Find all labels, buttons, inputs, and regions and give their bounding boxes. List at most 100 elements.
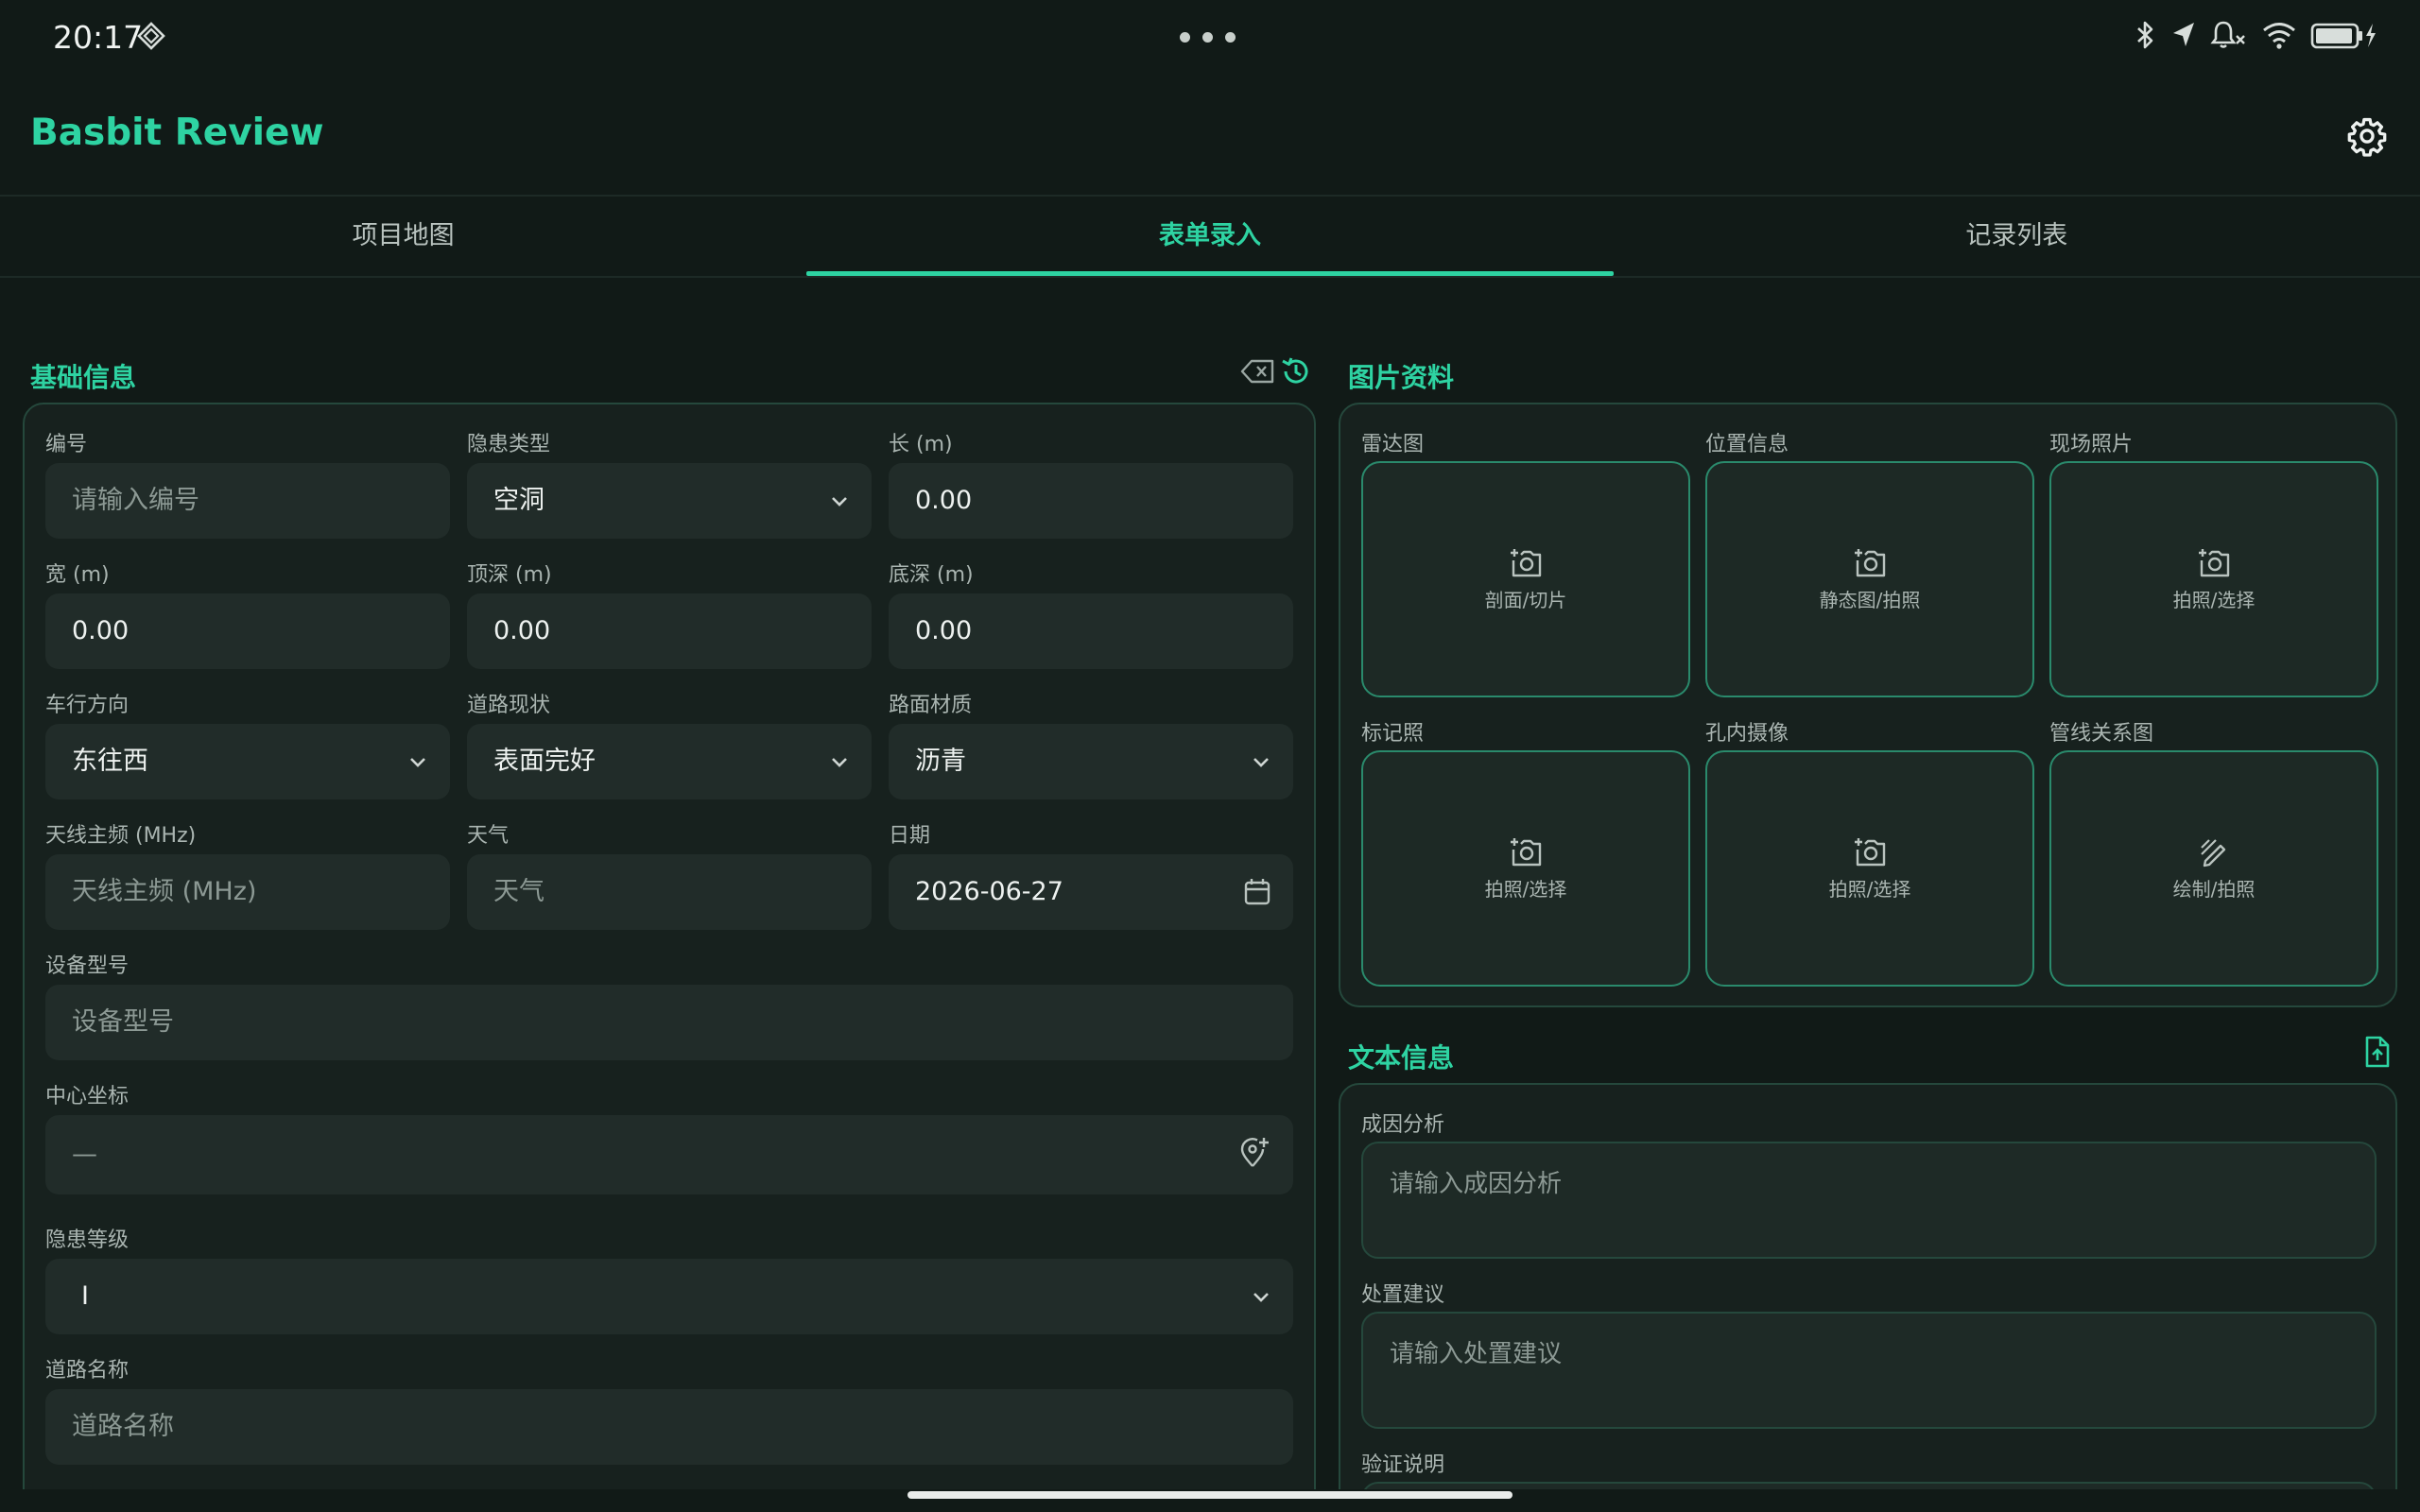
road-material-value: 沥青 xyxy=(915,747,966,776)
more-dots-icon[interactable] xyxy=(1180,32,1236,43)
chevron-down-icon xyxy=(832,497,847,507)
app-title: Basbit Review xyxy=(30,112,324,154)
length-label: 长 (m) xyxy=(889,433,953,456)
device-model-input[interactable]: 设备型号 xyxy=(45,985,1293,1060)
tab-bar: 项目地图 表单录入 记录列表 xyxy=(0,195,2420,278)
tile-label-location: 位置信息 xyxy=(1705,433,1789,456)
device-model-label: 设备型号 xyxy=(45,954,130,978)
battery-charging-icon xyxy=(2310,23,2376,49)
tile-action-text: 拍照/选择 xyxy=(1484,877,1567,901)
tile-label-borehole-camera: 孔内摄像 xyxy=(1705,722,1789,746)
add-photo-icon xyxy=(1855,548,1886,576)
weather-input[interactable]: 天气 xyxy=(467,854,872,930)
pipeline-diagram-tile[interactable]: 绘制/拍照 xyxy=(2049,750,2378,987)
bottom-depth-input[interactable]: 0.00 xyxy=(889,593,1293,669)
tile-label-pipeline-diagram: 管线关系图 xyxy=(2049,722,2154,746)
text-info-card: 成因分析 请输入成因分析 处置建议 请输入处置建议 验证说明 xyxy=(1339,1083,2397,1512)
road-material-label: 路面材质 xyxy=(889,694,973,717)
hazard-level-label: 隐患等级 xyxy=(45,1228,130,1252)
hazard-level-select[interactable]: I xyxy=(45,1259,1293,1334)
road-status-value: 表面完好 xyxy=(493,747,596,776)
road-status-select[interactable]: 表面完好 xyxy=(467,724,872,799)
verify-label: 验证说明 xyxy=(1361,1453,1445,1477)
bottom-depth-label: 底深 (m) xyxy=(889,563,974,587)
add-photo-icon xyxy=(1855,837,1886,866)
wifi-icon xyxy=(2263,23,2295,49)
bluetooth-icon xyxy=(2137,21,2153,49)
center-coord-input[interactable]: — xyxy=(45,1115,1293,1194)
chevron-down-icon xyxy=(410,758,425,767)
road-name-label: 道路名称 xyxy=(45,1359,130,1383)
number-input[interactable]: 请输入编号 xyxy=(45,463,450,539)
settings-button[interactable] xyxy=(2341,110,2394,163)
cause-label: 成因分析 xyxy=(1361,1113,1445,1137)
images-card: 雷达图 位置信息 现场照片 剖面/切片 静态图/拍照 拍照/选择 标记照 孔内摄… xyxy=(1339,403,2397,1007)
calendar-icon[interactable] xyxy=(1240,875,1274,909)
app-bar: Basbit Review xyxy=(0,74,2420,195)
radar-image-tile[interactable]: 剖面/切片 xyxy=(1361,461,1690,697)
chevron-down-icon xyxy=(1253,1293,1269,1302)
diamond-icon xyxy=(137,22,165,50)
tile-label-marker-photo: 标记照 xyxy=(1361,722,1425,746)
gear-icon xyxy=(2347,117,2387,157)
add-photo-icon xyxy=(2199,548,2230,576)
top-depth-label: 顶深 (m) xyxy=(467,563,552,587)
add-photo-icon xyxy=(1511,837,1542,866)
add-location-icon[interactable] xyxy=(1236,1136,1270,1170)
length-input[interactable]: 0.00 xyxy=(889,463,1293,539)
site-photo-tile[interactable]: 拍照/选择 xyxy=(2049,461,2378,697)
hazard-type-label: 隐患类型 xyxy=(467,433,551,456)
width-input[interactable]: 0.00 xyxy=(45,593,450,669)
number-label: 编号 xyxy=(45,433,88,456)
road-name-input[interactable]: 道路名称 xyxy=(45,1389,1293,1465)
tile-label-site-photo: 现场照片 xyxy=(2049,433,2134,456)
road-material-select[interactable]: 沥青 xyxy=(889,724,1293,799)
antenna-freq-input[interactable]: 天线主频 (MHz) xyxy=(45,854,450,930)
location-arrow-icon xyxy=(2173,23,2194,46)
tab-project-map[interactable]: 项目地图 xyxy=(0,197,806,276)
draw-icon xyxy=(2201,838,2226,867)
top-depth-input[interactable]: 0.00 xyxy=(467,593,872,669)
direction-label: 车行方向 xyxy=(45,694,130,717)
file-upload-icon[interactable] xyxy=(2363,1036,2392,1068)
advice-textarea[interactable]: 请输入处置建议 xyxy=(1361,1312,2377,1429)
chevron-down-icon xyxy=(832,758,847,767)
width-label: 宽 (m) xyxy=(45,563,110,587)
cause-textarea[interactable]: 请输入成因分析 xyxy=(1361,1142,2377,1259)
tile-action-text: 剖面/切片 xyxy=(1484,588,1567,611)
date-value: 2026-06-27 xyxy=(915,877,1063,906)
direction-select[interactable]: 东往西 xyxy=(45,724,450,799)
tile-action-text: 拍照/选择 xyxy=(1828,877,1911,901)
road-status-label: 道路现状 xyxy=(467,694,551,717)
tile-label-radar: 雷达图 xyxy=(1361,433,1425,456)
tab-form-entry[interactable]: 表单录入 xyxy=(806,197,1614,276)
hazard-type-select[interactable]: 空洞 xyxy=(467,463,872,539)
tab-record-list[interactable]: 记录列表 xyxy=(1614,197,2420,276)
direction-value: 东往西 xyxy=(72,747,148,776)
add-photo-icon xyxy=(1511,548,1542,576)
tile-action-text: 静态图/拍照 xyxy=(1819,588,1921,611)
date-label: 日期 xyxy=(889,824,931,848)
tile-action-text: 绘制/拍照 xyxy=(2172,877,2256,901)
advice-label: 处置建议 xyxy=(1361,1283,1445,1307)
status-bar: 20:17 xyxy=(0,0,2420,74)
weather-label: 天气 xyxy=(467,824,510,848)
date-input[interactable]: 2026-06-27 xyxy=(889,854,1293,930)
clear-form-icon[interactable] xyxy=(1240,357,1276,386)
basic-info-card: 编号 请输入编号 隐患类型 空洞 长 (m) 0.00 宽 (m) 0.00 顶… xyxy=(23,403,1316,1512)
tile-action-text: 拍照/选择 xyxy=(2172,588,2256,611)
borehole-camera-tile[interactable]: 拍照/选择 xyxy=(1705,750,2034,987)
bell-muted-icon xyxy=(2210,21,2245,48)
center-coord-value: — xyxy=(72,1140,97,1169)
history-icon[interactable] xyxy=(1280,355,1312,387)
images-title: 图片资料 xyxy=(1348,362,1455,393)
home-indicator[interactable] xyxy=(908,1491,1512,1499)
center-coord-label: 中心坐标 xyxy=(45,1085,130,1108)
antenna-freq-label: 天线主频 (MHz) xyxy=(45,824,197,848)
text-info-title: 文本信息 xyxy=(1348,1042,1455,1074)
hazard-level-value: I xyxy=(81,1281,89,1311)
marker-photo-tile[interactable]: 拍照/选择 xyxy=(1361,750,1690,987)
hazard-type-value: 空洞 xyxy=(493,486,544,515)
status-time: 20:17 xyxy=(53,19,144,56)
location-image-tile[interactable]: 静态图/拍照 xyxy=(1705,461,2034,697)
